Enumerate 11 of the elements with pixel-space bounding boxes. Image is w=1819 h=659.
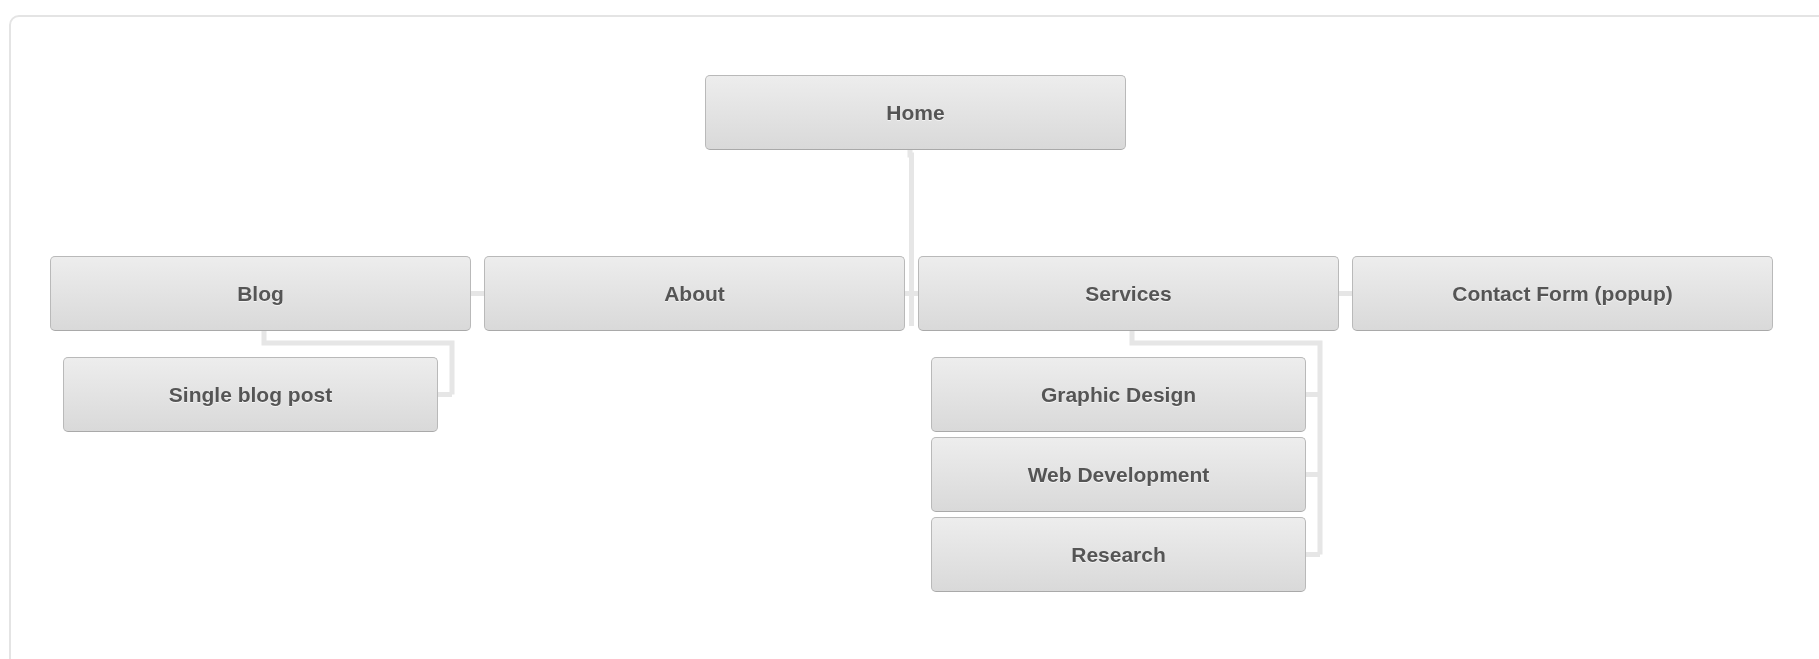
- page-node: About: [484, 256, 905, 331]
- connector-line: [471, 291, 484, 296]
- page-node: Graphic Design: [931, 357, 1306, 432]
- page-node: Research: [931, 517, 1306, 592]
- connector-line: [1339, 291, 1352, 296]
- page-node: Web Development: [931, 437, 1306, 512]
- page-node: Contact Form (popup): [1352, 256, 1773, 331]
- page-node: Single blog post: [63, 357, 438, 432]
- page-node: Home: [705, 75, 1126, 150]
- page-node: Blog: [50, 256, 471, 331]
- page-node: Services: [918, 256, 1339, 331]
